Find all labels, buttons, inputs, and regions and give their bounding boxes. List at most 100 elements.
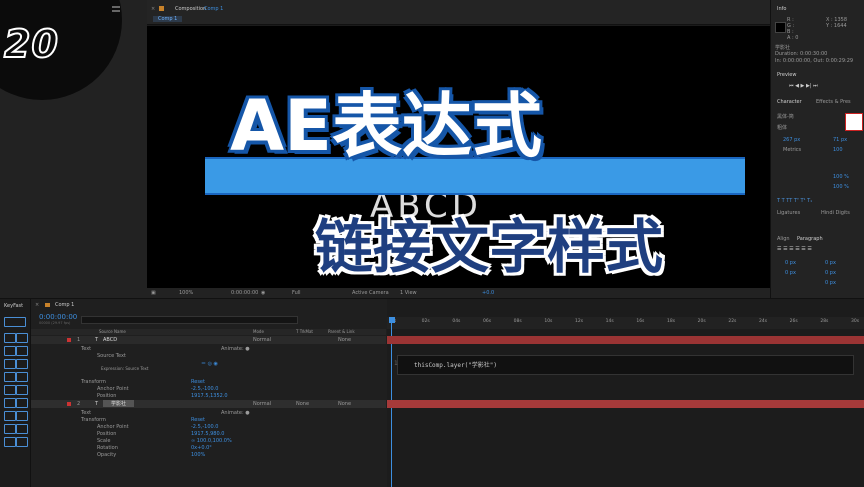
tracking-value[interactable]: 100: [833, 147, 843, 153]
text-group[interactable]: Text: [81, 346, 91, 352]
fill-color-swatch[interactable]: [845, 113, 863, 131]
playhead[interactable]: [389, 317, 395, 323]
label-color-2[interactable]: [67, 402, 71, 406]
animate-button-2[interactable]: Animate: ●: [221, 410, 250, 416]
opacity-prop[interactable]: Opacity: [97, 452, 116, 458]
position-prop-2[interactable]: Position: [97, 431, 116, 437]
timeline-tab[interactable]: Comp 1: [55, 302, 74, 308]
layer-bar-2[interactable]: [387, 400, 864, 408]
indent-right[interactable]: 0 px: [825, 260, 836, 266]
view-select[interactable]: 1 View: [400, 290, 417, 296]
footer-timecode[interactable]: 0:00:00:00: [231, 290, 258, 296]
rotation-value[interactable]: 0x+0.0°: [191, 445, 212, 451]
delete-key-icon[interactable]: [16, 411, 28, 421]
indent-left[interactable]: 0 px: [785, 260, 796, 266]
layer-parent[interactable]: None: [338, 337, 351, 343]
bezier-icon[interactable]: [4, 359, 16, 369]
comp-subtab[interactable]: Comp 1: [153, 16, 183, 22]
text-group-2[interactable]: Text: [81, 410, 91, 416]
transform-group-2[interactable]: Transform: [81, 417, 106, 423]
col-parent[interactable]: Parent & Link: [328, 329, 355, 334]
style-select[interactable]: 粗体: [777, 124, 787, 131]
opacity-value[interactable]: 100%: [191, 452, 205, 458]
linear-icon[interactable]: [4, 346, 16, 356]
zoom-select[interactable]: 100%: [179, 290, 193, 296]
align-key-icon[interactable]: [4, 398, 16, 408]
layer-row-2[interactable]: 2 T 学影社 Normal None None: [31, 400, 386, 408]
timeline-graph[interactable]: 0s02s04s06s08s10s12s14s16s18s20s22s24s26…: [387, 299, 864, 487]
graph-icon[interactable]: [16, 424, 28, 434]
settings-icon[interactable]: [16, 437, 28, 447]
transform-group[interactable]: Transform: [81, 379, 106, 385]
effects-tab[interactable]: Effects & Pres: [816, 99, 851, 105]
auto-bezier-icon[interactable]: [16, 359, 28, 369]
character-tab[interactable]: Character: [777, 99, 802, 105]
reset-link[interactable]: Reset: [191, 379, 205, 385]
timeline-timecode[interactable]: 0:00:00:00: [39, 313, 77, 321]
source-text-prop[interactable]: Source Text: [97, 353, 126, 359]
select-key-icon[interactable]: [4, 411, 16, 421]
ease-in-icon[interactable]: [4, 333, 16, 343]
camera-icon[interactable]: ◉: [261, 290, 265, 296]
tracking[interactable]: Metrics: [783, 147, 801, 153]
reset-link-2[interactable]: Reset: [191, 417, 205, 423]
playback-controls[interactable]: ⏮ ◀ ▶ ▶| ⏭: [789, 83, 818, 89]
anchor-value[interactable]: -2.5,-100.0: [191, 386, 218, 392]
layer-bar-1[interactable]: [387, 336, 864, 344]
anchor-point-prop[interactable]: Anchor Point: [97, 386, 129, 392]
curve-icon[interactable]: [4, 317, 26, 327]
hold-icon[interactable]: [16, 346, 28, 356]
position-value[interactable]: 1917.5,1352.0: [191, 393, 228, 399]
close-icon[interactable]: ×: [151, 6, 155, 12]
space-before[interactable]: 0 px: [825, 270, 836, 276]
layer-row-1[interactable]: 1 T ABCD Normal None: [31, 336, 386, 344]
align-tab[interactable]: Align: [777, 236, 790, 242]
col-mode[interactable]: Mode: [253, 329, 264, 334]
expression-editor[interactable]: 1 thisComp.layer("学影社"): [394, 355, 854, 375]
camera-select[interactable]: Active Camera: [352, 290, 389, 296]
lock-icon[interactable]: [4, 437, 16, 447]
ligatures-checkbox[interactable]: Ligatures: [777, 210, 800, 216]
layer-trkmat-2[interactable]: None: [296, 401, 309, 407]
layer-search-input[interactable]: [81, 316, 298, 324]
scale-value[interactable]: ∞ 100.0,100.0%: [191, 438, 232, 444]
col-source[interactable]: Source Name: [99, 329, 126, 334]
copy-icon[interactable]: [16, 372, 28, 382]
layer-name[interactable]: ABCD: [103, 337, 117, 343]
horizontal-scale[interactable]: 100 %: [833, 184, 849, 190]
vertical-scale[interactable]: 100 %: [833, 174, 849, 180]
layer-mode[interactable]: Normal: [253, 337, 271, 343]
animate-button[interactable]: Animate: ●: [221, 346, 250, 352]
layer-mode-2[interactable]: Normal: [253, 401, 271, 407]
col-trkmat[interactable]: T TrkMat: [296, 329, 313, 334]
roving-icon[interactable]: [4, 372, 16, 382]
distribute-icon[interactable]: [16, 398, 28, 408]
anchor-value-2[interactable]: -2.5,-100.0: [191, 424, 218, 430]
speaker-icon[interactable]: [4, 424, 16, 434]
scale-prop[interactable]: Scale: [97, 438, 110, 444]
layer-name-2[interactable]: 学影社: [103, 400, 135, 407]
hindi-checkbox[interactable]: Hindi Digits: [821, 210, 850, 216]
position-value-2[interactable]: 1917.5,980.0: [191, 431, 224, 437]
expression-code[interactable]: thisComp.layer("学影社"): [414, 360, 497, 369]
resolution-select[interactable]: Full: [292, 290, 301, 296]
indent-first[interactable]: 0 px: [785, 270, 796, 276]
offset-value[interactable]: +0.0: [482, 290, 494, 296]
tab-close-icon[interactable]: ×: [35, 302, 39, 308]
rotation-prop[interactable]: Rotation: [97, 445, 118, 451]
font-size[interactable]: 267 px: [783, 137, 800, 143]
paste-icon[interactable]: [4, 385, 16, 395]
paragraph-tab[interactable]: Paragraph: [797, 236, 823, 242]
comp-tab-name[interactable]: Comp 1: [204, 6, 223, 12]
preview-title[interactable]: Preview: [777, 72, 796, 78]
menu-icon[interactable]: [112, 6, 120, 8]
layer-parent-2[interactable]: None: [338, 401, 351, 407]
region-icon[interactable]: ▣: [151, 290, 156, 296]
leading[interactable]: 71 px: [833, 137, 847, 143]
reverse-icon[interactable]: [16, 385, 28, 395]
font-select[interactable]: 黑体-简: [777, 113, 794, 120]
anchor-point-prop-2[interactable]: Anchor Point: [97, 424, 129, 430]
ease-out-icon[interactable]: [16, 333, 28, 343]
label-color[interactable]: [67, 338, 71, 342]
space-after[interactable]: 0 px: [825, 280, 836, 286]
